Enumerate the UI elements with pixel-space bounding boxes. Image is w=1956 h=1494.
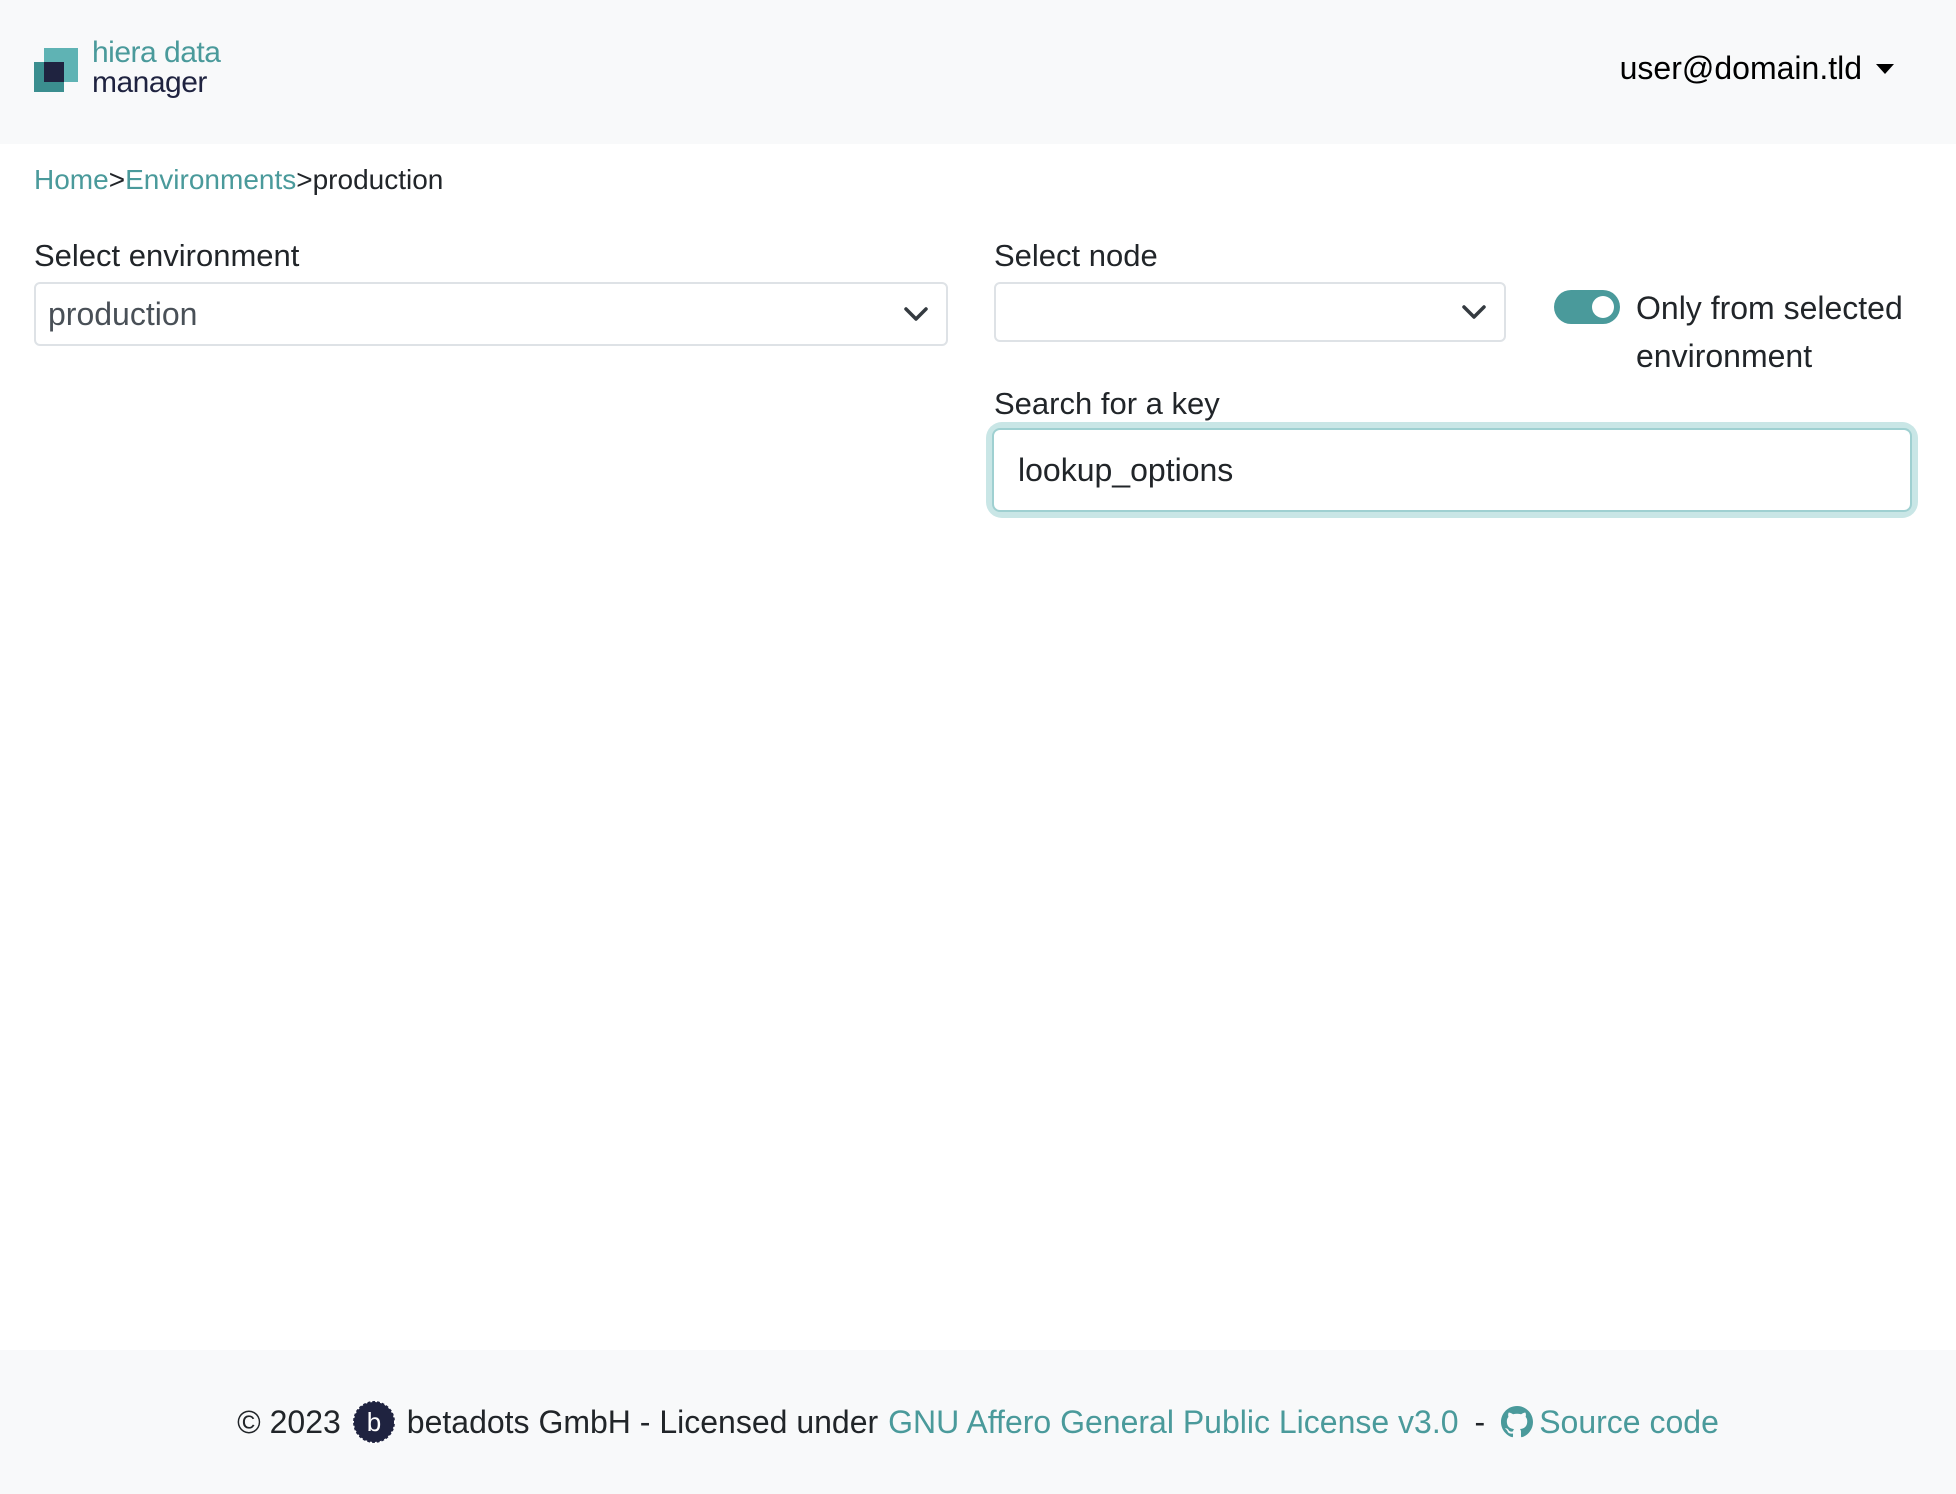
toggle-knob [1592,296,1614,318]
breadcrumb-separator: > [108,164,126,195]
search-key-label: Search for a key [994,386,1220,421]
environment-select-label: Select environment [34,238,300,273]
logo-line1: hiera data [92,36,221,69]
search-key-focus-ring [992,428,1912,512]
app-logo[interactable]: hiera data manager [34,38,234,102]
breadcrumb-current: production [312,164,444,195]
environment-only-toggle-label: Only from selected environment [1636,290,1903,374]
environment-select-value: production [48,295,198,332]
svg-text:b: b [367,1407,381,1437]
node-select-label: Select node [994,238,1158,273]
footer-copyright: © 2023 [237,1403,341,1440]
search-key-input[interactable] [992,428,1912,512]
user-menu-dropdown[interactable]: user@domain.tld [1620,50,1894,87]
environment-select[interactable]: production [34,282,948,346]
betadots-logo-icon: b [351,1400,396,1444]
user-email: user@domain.tld [1619,50,1862,86]
logo-mark-icon [34,48,78,92]
chevron-down-icon [904,307,928,321]
environment-only-toggle[interactable] [1554,290,1620,324]
top-navbar: hiera data manager user@domain.tld [0,0,1956,144]
chevron-down-icon [1462,305,1486,319]
footer: © 2023 b betadots GmbH - Licensed under … [0,1350,1956,1494]
footer-license-link[interactable]: GNU Affero General Public License v3.0 [888,1404,1458,1441]
caret-down-icon [1876,63,1894,74]
breadcrumb-separator: > [296,164,313,195]
breadcrumb-environments-link[interactable]: Environments [125,164,296,196]
logo-line2: manager [92,66,207,99]
github-icon [1501,1406,1534,1438]
breadcrumb-home-link[interactable]: Home [34,164,109,196]
footer-separator: - [1474,1403,1486,1440]
footer-company-text: betadots GmbH - Licensed under [406,1403,879,1440]
footer-source-link-label: Source code [1539,1403,1719,1440]
footer-source-link[interactable]: Source code [1501,1404,1719,1441]
logo-wordmark: hiera data manager [92,36,221,99]
node-select[interactable] [994,282,1506,342]
breadcrumb: Home > Environments > production [34,164,443,196]
